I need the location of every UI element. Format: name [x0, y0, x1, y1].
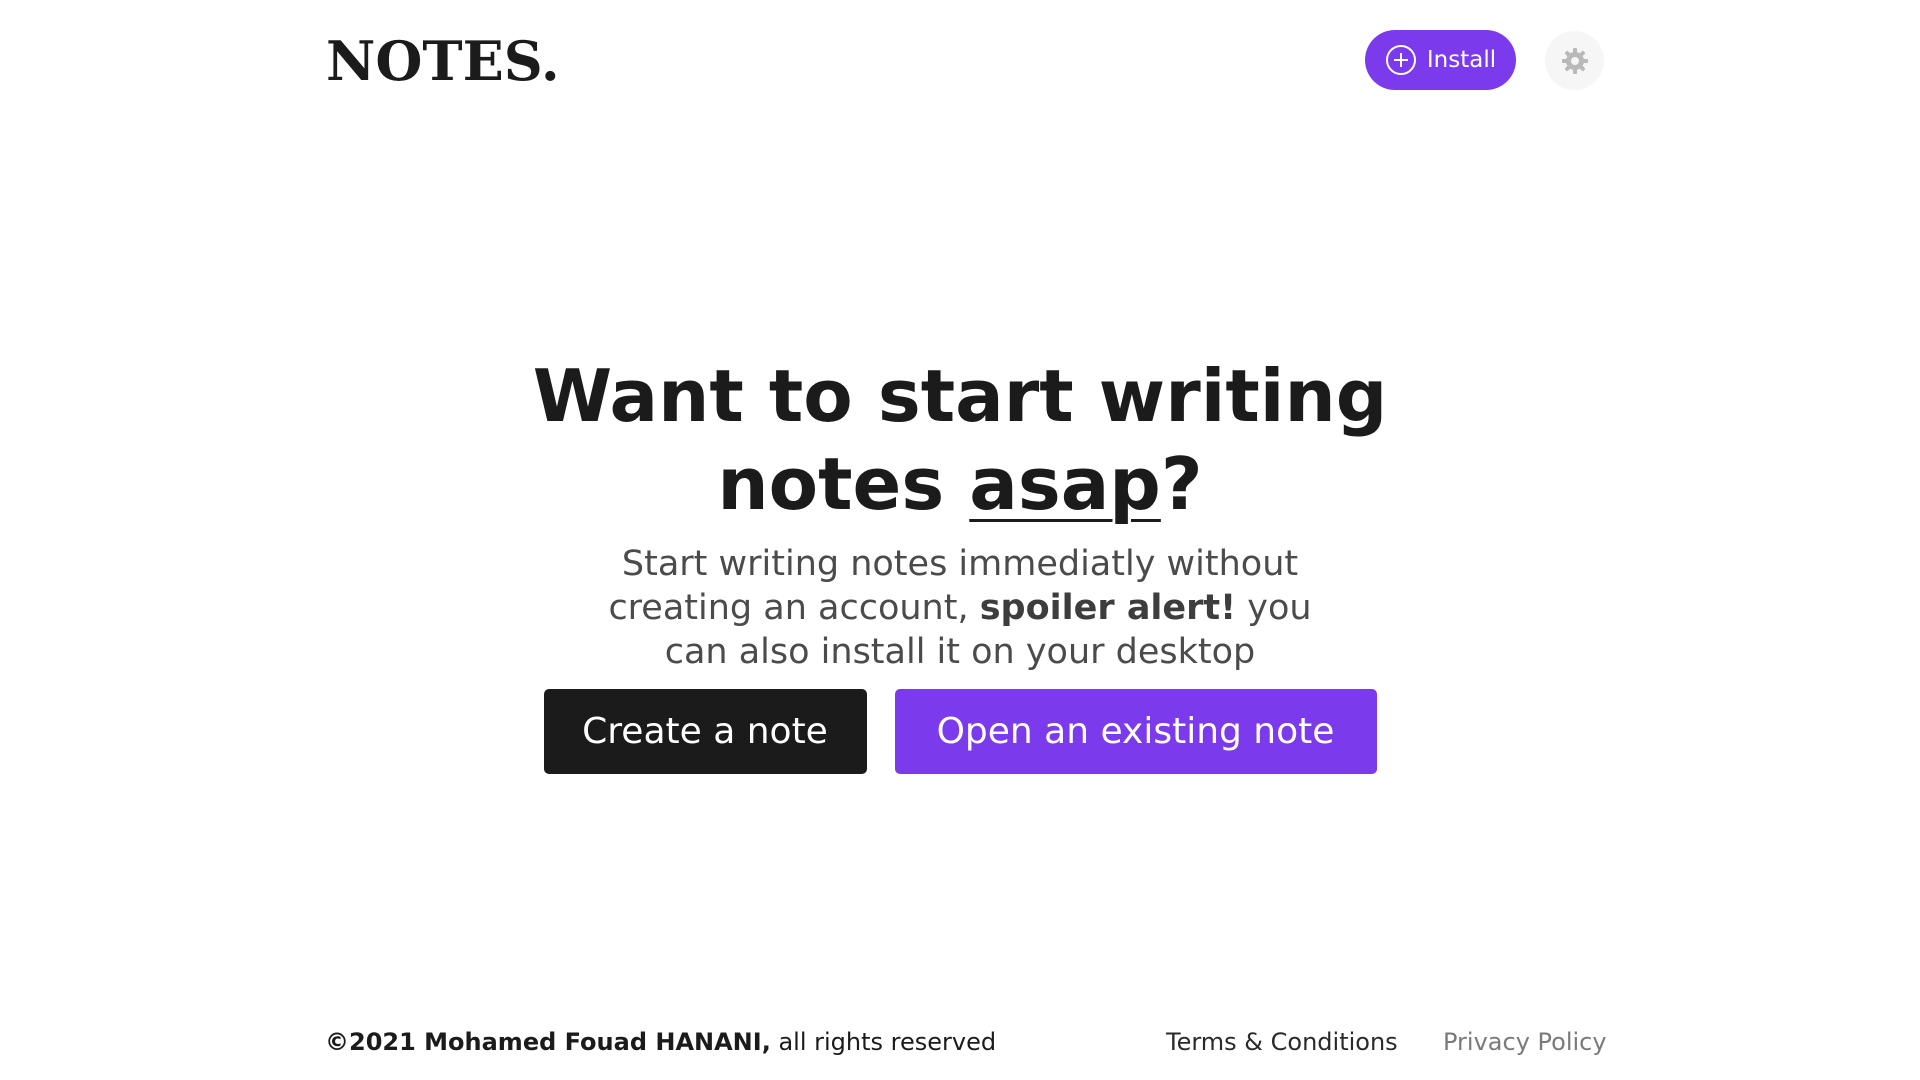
plus-circle-icon [1385, 44, 1417, 76]
hero-section: Want to start writing notes asap? Start … [0, 352, 1920, 674]
copyright-rest: all rights reserved [770, 1028, 997, 1056]
terms-link[interactable]: Terms & Conditions [1166, 1022, 1398, 1062]
app-logo[interactable]: NOTES. [326, 28, 560, 94]
hero-title-text: Want to start writing notes [532, 354, 1388, 526]
copyright-owner: ©2021 Mohamed Fouad HANANI, [325, 1028, 771, 1056]
hero-subtitle-bold: spoiler alert! [979, 588, 1237, 628]
install-label: Install [1426, 47, 1497, 73]
open-note-button[interactable]: Open an existing note [894, 689, 1377, 774]
copyright-text: ©2021 Mohamed Fouad HANANI, all rights r… [325, 1022, 996, 1062]
gear-icon [1559, 45, 1591, 77]
hero-title-highlight: asap [969, 442, 1161, 526]
settings-button[interactable] [1545, 31, 1604, 90]
top-bar: NOTES. Install [0, 0, 1920, 120]
hero-title: Want to start writing notes asap? [510, 352, 1410, 528]
hero-subtitle: Start writing notes immediatly without c… [580, 542, 1340, 674]
hero-title-end: ? [1160, 442, 1203, 526]
footer: ©2021 Mohamed Fouad HANANI, all rights r… [0, 1022, 1920, 1062]
privacy-link[interactable]: Privacy Policy [1443, 1022, 1607, 1062]
cta-row: Create a note Open an existing note [0, 689, 1920, 774]
create-note-button[interactable]: Create a note [543, 689, 867, 774]
install-button[interactable]: Install [1365, 30, 1516, 90]
